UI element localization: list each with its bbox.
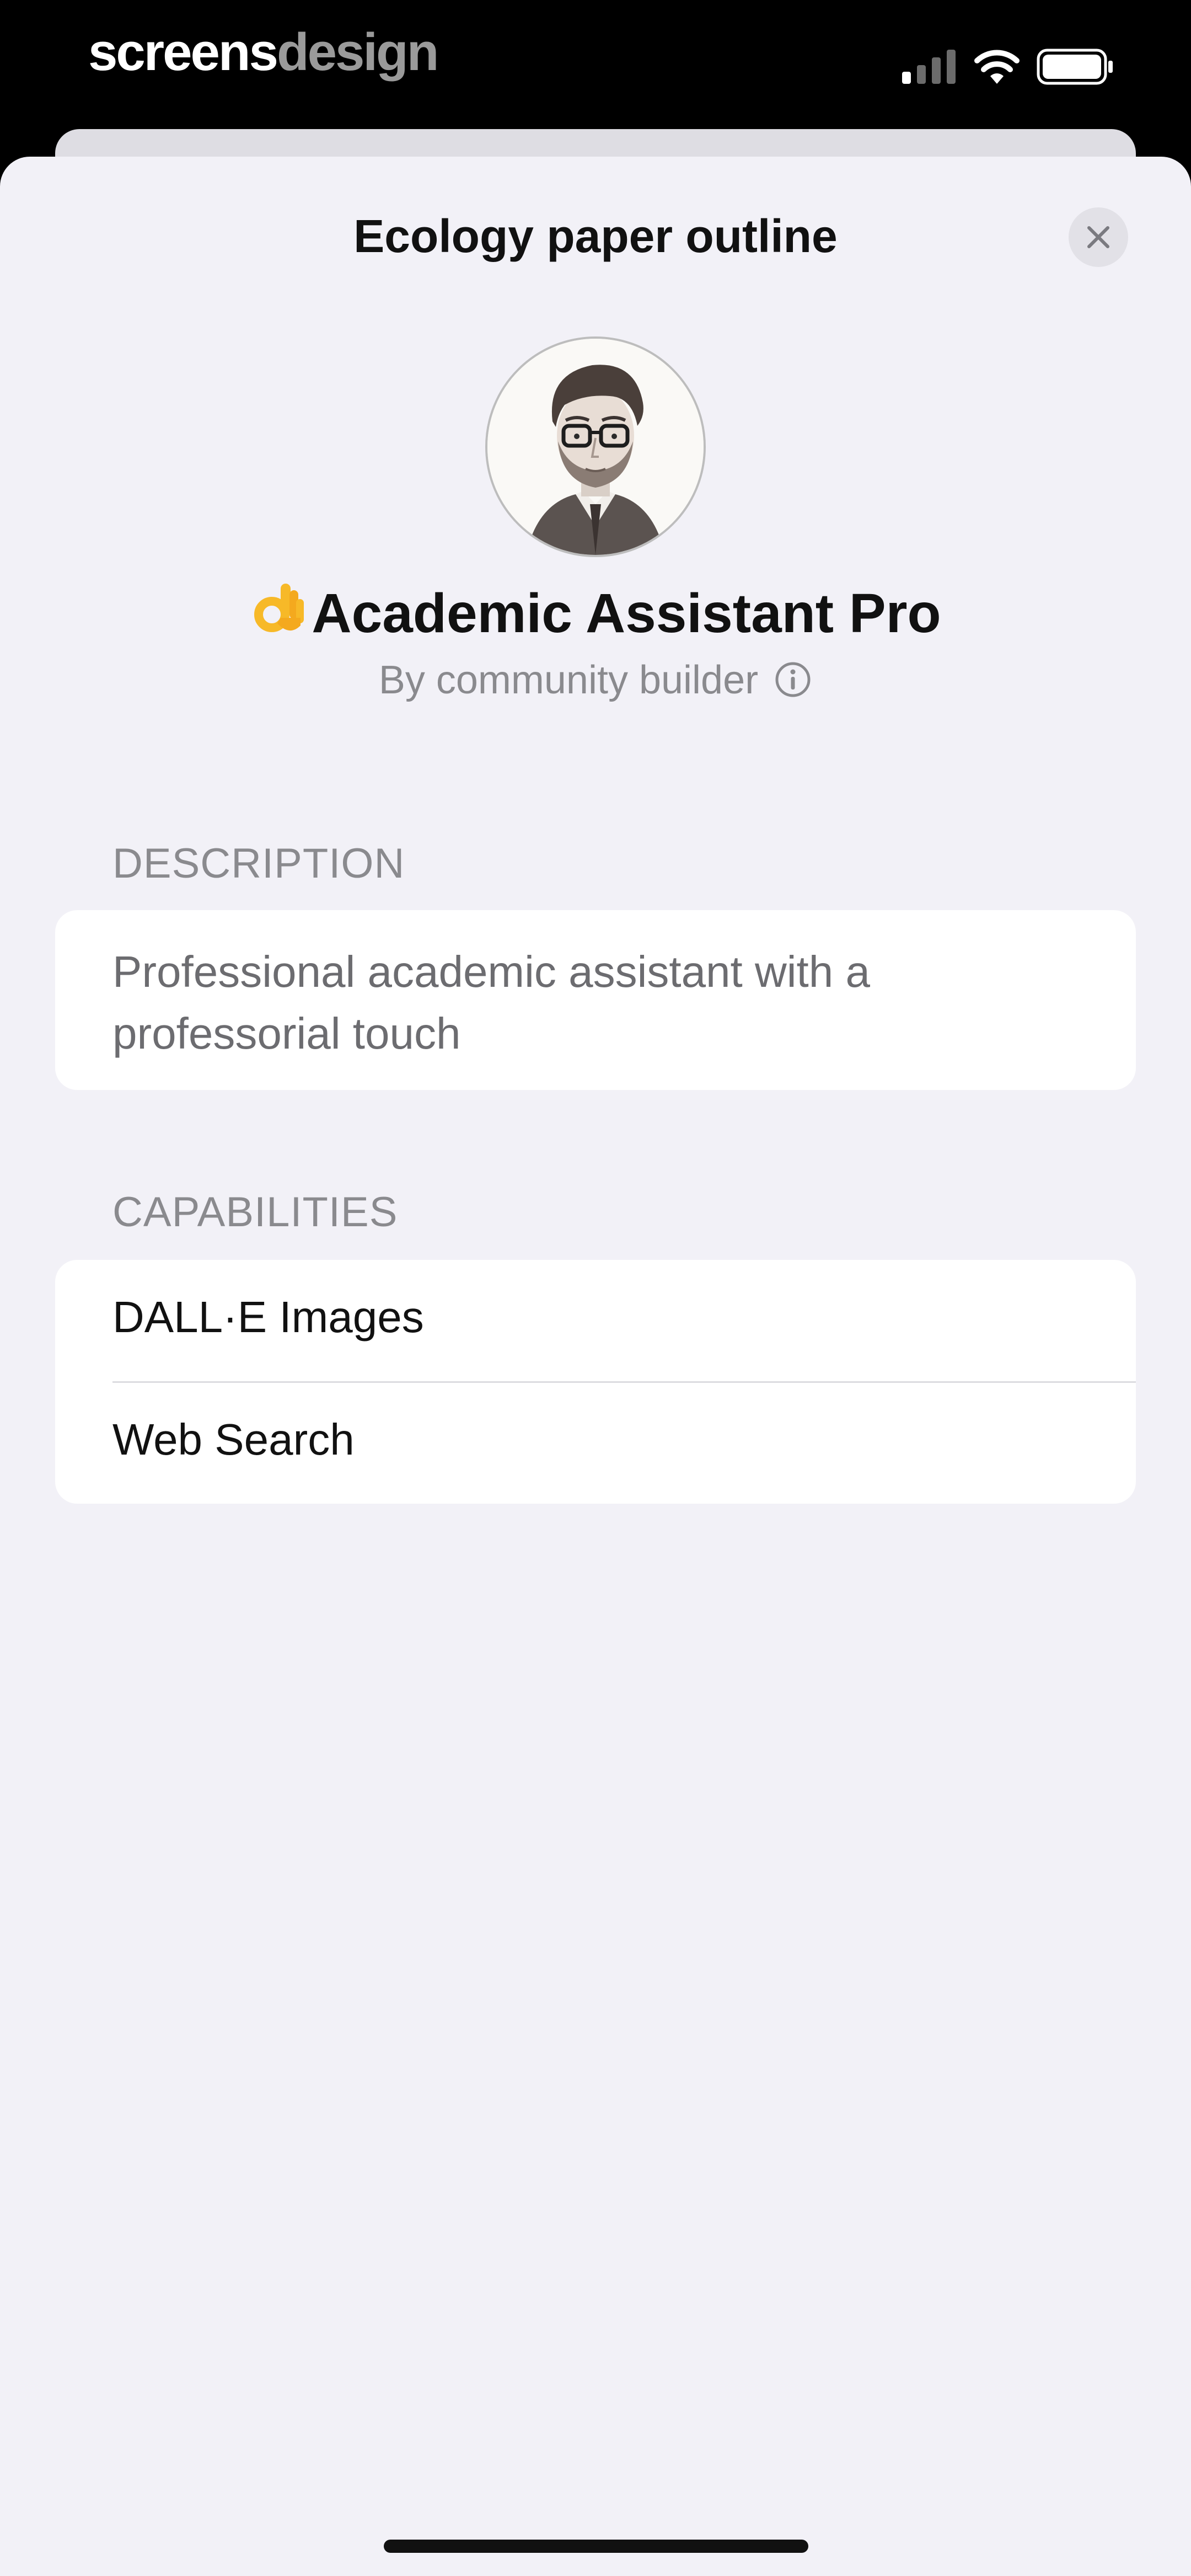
capability-label: DALL·E Images: [112, 1292, 424, 1342]
gpt-author-row: By community builder: [0, 658, 1191, 703]
cellular-signal-icon: [902, 50, 956, 84]
portrait-illustration: [487, 339, 704, 555]
capabilities-section-label: CAPABILITIES: [112, 1189, 398, 1236]
home-indicator: [384, 2540, 808, 2553]
info-icon[interactable]: [774, 660, 812, 699]
capability-item: DALL·E Images: [55, 1260, 1136, 1381]
sheet-title: Ecology paper outline: [353, 210, 838, 262]
capability-item: Web Search: [55, 1382, 1136, 1504]
wifi-icon: [974, 50, 1020, 84]
brand-logo: screensdesign: [88, 22, 439, 83]
gpt-author: By community builder: [378, 658, 759, 702]
capability-label: Web Search: [112, 1415, 355, 1464]
status-bar: screensdesign: [0, 0, 1191, 132]
gpt-name-row: Academic Assistant Pro: [0, 579, 1191, 645]
description-card: Professional academic assistant with a p…: [55, 910, 1136, 1090]
description-text: Professional academic assistant with a p…: [112, 947, 870, 1058]
description-section-label: DESCRIPTION: [112, 840, 405, 887]
brand-secondary: design: [276, 23, 439, 82]
close-icon: [1087, 226, 1109, 248]
close-button[interactable]: [1069, 207, 1128, 267]
ok-hand-emoji-icon: [254, 584, 304, 632]
battery-icon: [1037, 49, 1113, 85]
brand-primary: screens: [88, 23, 278, 82]
capabilities-card: DALL·E Images Web Search: [55, 1260, 1136, 1504]
gpt-name: Academic Assistant Pro: [312, 582, 941, 644]
gpt-avatar: [485, 336, 706, 557]
